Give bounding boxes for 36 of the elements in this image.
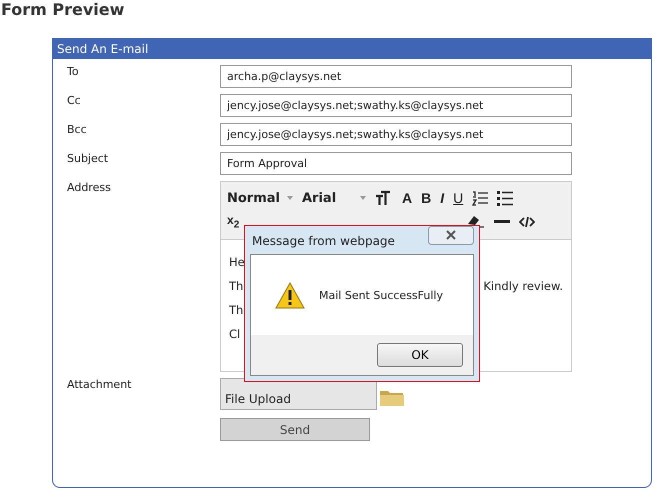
- caret-icon: [360, 196, 366, 200]
- bulleted-list-icon[interactable]: [497, 190, 514, 206]
- code-icon[interactable]: [519, 216, 536, 228]
- editor-text: Cl: [229, 327, 240, 341]
- editor-text: Th: [229, 279, 244, 293]
- close-icon[interactable]: [428, 226, 474, 245]
- editor-text: Th: [229, 303, 244, 317]
- field-label: Address: [66, 181, 112, 196]
- field-label: Attachment: [66, 378, 132, 393]
- field-label: Subject: [66, 152, 110, 167]
- bold-button[interactable]: B: [421, 190, 432, 206]
- input-field[interactable]: jency.jose@claysys.net;swathy.ks@claysys.net: [220, 123, 572, 146]
- input-field[interactable]: jency.jose@claysys.net;swathy.ks@claysys.net: [220, 94, 572, 117]
- send-button[interactable]: Send: [220, 418, 370, 441]
- font-size-icon[interactable]: [375, 190, 393, 206]
- editor-text: Kindly review.: [483, 279, 563, 293]
- font-dropdown[interactable]: Arial: [302, 190, 366, 206]
- page-title: Form Preview: [0, 0, 126, 19]
- subscript-button[interactable]: x$_{2}$: [227, 213, 240, 231]
- editor-text: He: [229, 255, 245, 269]
- field-label: Bcc: [66, 123, 88, 138]
- panel-header: Send An E-mail: [53, 39, 651, 59]
- field-label: Cc: [66, 94, 82, 109]
- caret-icon: [287, 196, 293, 200]
- underline-button[interactable]: U: [453, 190, 464, 206]
- font-color-button[interactable]: A: [402, 190, 412, 206]
- input-field[interactable]: archa.p@claysys.net: [220, 65, 572, 88]
- format-dropdown[interactable]: Normal: [227, 190, 293, 206]
- dialog-message: Mail Sent SuccessFully: [319, 288, 443, 302]
- field-label: To: [66, 65, 80, 80]
- italic-button[interactable]: I: [440, 190, 444, 206]
- numbered-list-icon[interactable]: [472, 190, 488, 206]
- dialog-title: Message from webpage: [252, 234, 395, 248]
- warning-icon: [275, 282, 305, 308]
- input-field[interactable]: Form Approval: [220, 152, 572, 175]
- ok-button[interactable]: OK: [377, 343, 463, 367]
